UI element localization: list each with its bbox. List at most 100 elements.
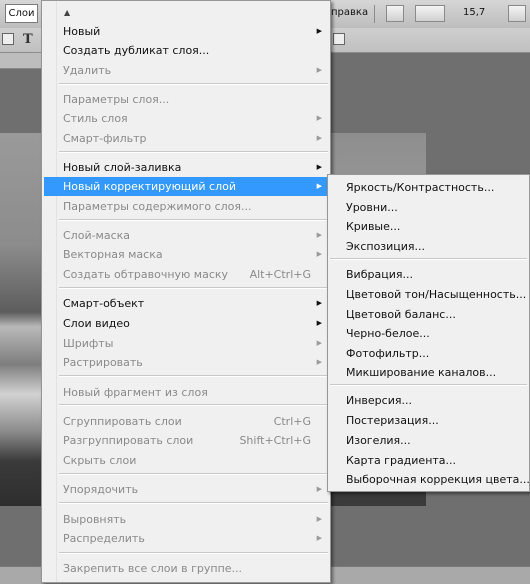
menu-item-9[interactable]: Параметры содержимого слоя... — [57, 197, 328, 216]
submenu-arrow-icon: ▶ — [316, 515, 322, 523]
menu-item-label: Инверсия... — [346, 394, 412, 407]
submenu-item-8[interactable]: Черно-белое... — [330, 324, 527, 343]
menu-item-14[interactable]: Слои видео ▶ — [57, 314, 328, 333]
menu-item-label: Параметры слоя... — [63, 93, 170, 106]
menu-item-4[interactable]: Параметры слоя... — [57, 90, 328, 109]
submenu-arrow-icon: ▶ — [316, 485, 322, 493]
submenu-arrow-icon: ▶ — [316, 134, 322, 142]
menu-item-label: Удалить — [63, 64, 112, 77]
document-tab[interactable] — [0, 53, 44, 69]
zoom-readout[interactable]: 15,7 — [463, 7, 485, 18]
menu-item-11[interactable]: Векторная маска ▶ — [57, 245, 328, 264]
menu-help[interactable]: правка — [331, 7, 368, 18]
menu-item-shortcut: Shift+Ctrl+G — [239, 434, 311, 447]
menu-item-6[interactable]: Смарт-фильтр ▶ — [57, 129, 328, 148]
menu-item-label: Параметры содержимого слоя... — [63, 200, 252, 213]
toolbar-separator — [374, 5, 375, 23]
menu-item-17[interactable]: Новый фрагмент из слоя — [57, 383, 328, 402]
menu-item-label: Создать дубликат слоя... — [63, 44, 210, 57]
menu-item-label: Упорядочить — [63, 483, 139, 496]
submenu-item-9[interactable]: Фотофильтр... — [330, 344, 527, 363]
menu-item-21[interactable]: Упорядочить ▶ — [57, 480, 328, 499]
menu-item-label: Выборочная коррекция цвета... — [346, 473, 530, 486]
menu-item-label: Создать обтравочную маску — [63, 268, 229, 281]
type-tool-icon: T — [23, 32, 33, 47]
menu-item-20[interactable]: Скрыть слои — [57, 451, 328, 470]
menu-item-label: Кривые... — [346, 220, 401, 233]
submenu-item-5[interactable]: Вибрация... — [330, 265, 527, 284]
menu-separator — [59, 552, 328, 554]
menu-item-3[interactable]: Удалить ▶ — [57, 61, 328, 80]
menu-item-label: Слои видео — [63, 317, 130, 330]
submenu-arrow-icon: ▶ — [316, 27, 322, 35]
menu-item-22[interactable]: Выровнять ▶ — [57, 510, 328, 529]
menu-item-label: Цветовой тон/Насыщенность... — [346, 288, 527, 301]
submenu-item-14[interactable]: Карта градиента... — [330, 451, 527, 470]
submenu-item-10[interactable]: Микширование каналов... — [330, 363, 527, 382]
menu-item-2[interactable]: Создать дубликат слоя... — [57, 41, 328, 60]
submenu-arrow-icon: ▶ — [316, 339, 322, 347]
menu-item-label: Слой-маска — [63, 229, 131, 242]
menu-item-label: Сгруппировать слои — [63, 415, 182, 428]
menu-item-label: Уровни... — [346, 201, 398, 214]
menu-item-1[interactable]: Новый ▶ — [57, 22, 328, 41]
canvas-image-shore — [328, 490, 426, 506]
menu-icon-column — [42, 1, 57, 582]
submenu-item-3[interactable]: Кривые... — [330, 217, 527, 236]
menu-item-label: Разгруппировать слои — [63, 434, 194, 447]
menu-item-18[interactable]: Сгруппировать слои Ctrl+G — [57, 412, 328, 431]
menu-item-shortcut: Alt+Ctrl+G — [249, 268, 311, 281]
menu-item-7[interactable]: Новый слой-заливка ▶ — [57, 158, 328, 177]
menu-separator — [330, 384, 527, 386]
panel-toggle-icon[interactable] — [333, 33, 345, 45]
menu-item-23[interactable]: Распределить ▶ — [57, 529, 328, 548]
submenu-item-15[interactable]: Выборочная коррекция цвета... — [330, 470, 530, 489]
menu-item-label: Цветовой баланс... — [346, 308, 456, 321]
menu-separator — [59, 502, 328, 504]
menu-item-label: Скрыть слои — [63, 454, 137, 467]
scroll-up-icon[interactable]: ▲ — [64, 8, 70, 17]
submenu-arrow-icon: ▶ — [316, 299, 322, 307]
menu-item-label: Закрепить все слои в группе... — [63, 562, 243, 575]
submenu-arrow-icon: ▶ — [316, 319, 322, 327]
bridge-button[interactable] — [386, 5, 404, 22]
menu-item-label: Новый слой-заливка — [63, 161, 182, 174]
submenu-item-13[interactable]: Изогелия... — [330, 431, 527, 450]
submenu-item-4[interactable]: Экспозиция... — [330, 237, 527, 256]
submenu-item-11[interactable]: Инверсия... — [330, 391, 527, 410]
menu-separator — [59, 287, 328, 289]
menu-item-12[interactable]: Создать обтравочную маску Alt+Ctrl+G — [57, 265, 328, 284]
submenu-item-12[interactable]: Постеризация... — [330, 411, 527, 430]
menu-item-10[interactable]: Слой-маска ▶ — [57, 226, 328, 245]
menu-item-shortcut: Ctrl+G — [273, 415, 311, 428]
submenu-arrow-icon: ▶ — [316, 231, 322, 239]
menu-item-label: Карта градиента... — [346, 454, 457, 467]
menu-separator — [330, 258, 527, 260]
menu-item-label: Постеризация... — [346, 414, 439, 427]
submenu-item-1[interactable]: Яркость/Контрастность... — [330, 178, 527, 197]
menu-item-15[interactable]: Шрифты ▶ — [57, 334, 328, 353]
submenu-arrow-icon: ▶ — [316, 66, 322, 74]
submenu-arrow-icon: ▶ — [316, 250, 322, 258]
menu-item-13[interactable]: Смарт-объект ▶ — [57, 294, 328, 313]
menu-item-label: Яркость/Контрастность... — [346, 181, 495, 194]
layer-menu: ▲ Новый ▶ Создать дубликат слоя... Удалить ▶… — [41, 0, 331, 583]
tool-preset-picker[interactable] — [2, 33, 14, 45]
menu-item-label: Шрифты — [63, 337, 114, 350]
menu-item-19[interactable]: Разгруппировать слои Shift+Ctrl+G — [57, 431, 328, 450]
menu-item-label: Новый корректирующий слой — [63, 180, 236, 193]
canvas-image — [0, 133, 44, 506]
arrange-documents-button[interactable] — [508, 5, 526, 22]
submenu-arrow-icon: ▶ — [316, 182, 322, 190]
menu-item-8[interactable]: Новый корректирующий слой ▶ — [44, 177, 328, 196]
menu-layers[interactable]: Слои — [5, 4, 38, 23]
menu-item-label: Экспозиция... — [346, 240, 426, 253]
menu-item-16[interactable]: Растрировать ▶ — [57, 353, 328, 372]
view-extras-button[interactable] — [415, 5, 445, 22]
submenu-item-2[interactable]: Уровни... — [330, 198, 527, 217]
submenu-item-6[interactable]: Цветовой тон/Насыщенность... — [330, 285, 527, 304]
submenu-item-7[interactable]: Цветовой баланс... — [330, 305, 527, 324]
submenu-arrow-icon: ▶ — [316, 358, 322, 366]
menu-item-24[interactable]: Закрепить все слои в группе... — [57, 559, 328, 578]
menu-item-5[interactable]: Стиль слоя ▶ — [57, 109, 328, 128]
